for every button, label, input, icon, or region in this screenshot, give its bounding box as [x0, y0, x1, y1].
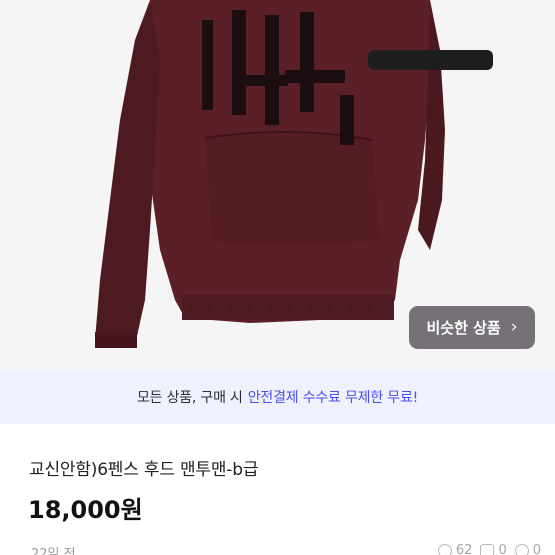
views-count: 62 [455, 543, 473, 555]
safe-payment-banner[interactable]: 모든 상품, 구매 시 안전결제 수수료 무제한 무료! [0, 370, 555, 424]
similar-items-label: 비슷한 상품 [426, 319, 501, 337]
banner-accent-text: 안전결제 수수료 무제한 무료! [247, 390, 419, 406]
chats-count: 0 [498, 543, 507, 555]
banner-text: 모든 상품, 구매 시 [136, 390, 243, 406]
chat-icon [480, 543, 495, 555]
likes-stat: 0 [514, 543, 541, 555]
product-meta: 22일 전 62 0 0 [0, 543, 555, 555]
heart-icon [514, 543, 529, 555]
product-detail-page: 비슷한 상품 › 모든 상품, 구매 시 안전결제 수수료 무제한 무료! 교신… [0, 0, 555, 555]
product-title: 교신안함)6펜스 후드 맨투맨-b급 [29, 460, 259, 480]
likes-count: 0 [532, 543, 541, 555]
product-price: 18,000원 [28, 496, 143, 524]
eye-icon [437, 543, 452, 555]
views-stat: 62 [437, 543, 473, 555]
chevron-right-icon: › [510, 317, 518, 337]
product-photo[interactable]: 비슷한 상품 › [0, 0, 555, 370]
similar-items-button[interactable]: 비슷한 상품 › [409, 306, 535, 349]
posted-time: 22일 전 [31, 547, 76, 555]
product-stats: 62 0 0 [437, 543, 541, 555]
chats-stat: 0 [480, 543, 507, 555]
